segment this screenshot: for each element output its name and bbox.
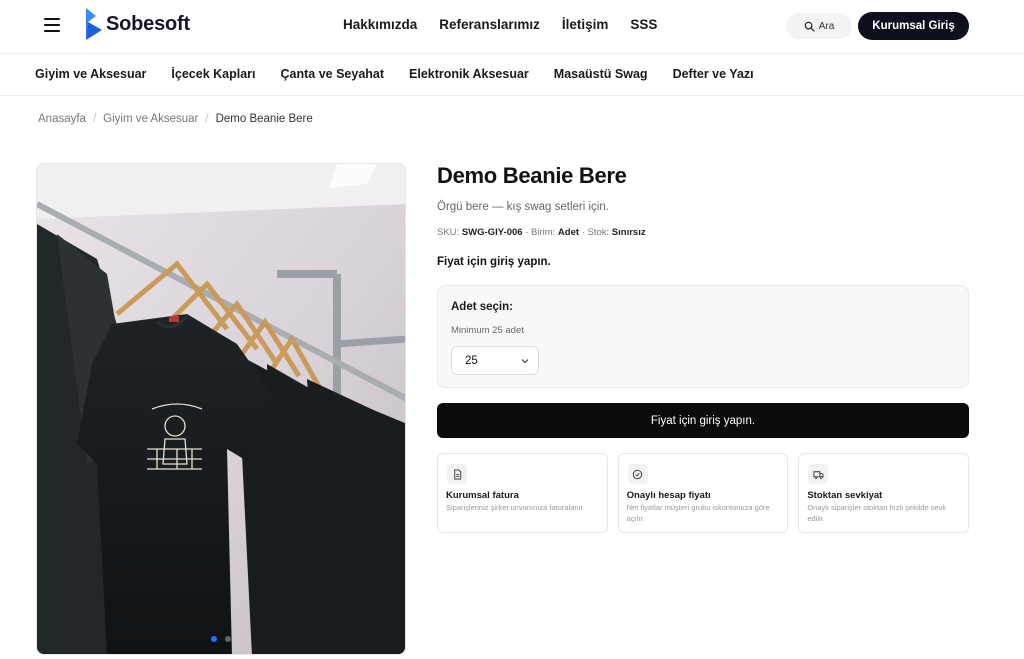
category-link-desk[interactable]: Masaüstü Swag [554,67,648,81]
invoice-icon [447,464,467,484]
product-image [37,164,405,654]
stock-label: Stok: [587,227,610,238]
category-link-notebooks[interactable]: Defter ve Yazı [673,67,754,81]
category-link-apparel[interactable]: Giyim ve Aksesuar [35,67,146,81]
feature-title: Kurumsal fatura [446,490,519,501]
search-button[interactable]: Ara [786,13,852,39]
breadcrumb-separator: / [92,113,97,125]
nav-link-about[interactable]: Hakkımızda [343,17,417,32]
brand-logo-mark [86,8,102,40]
nav-link-faq[interactable]: SSS [630,17,657,32]
feature-card-shipping: Stoktan sevkiyat Onaylı siparişler stokt… [798,453,970,533]
quantity-select[interactable]: 25 [451,346,539,375]
feature-description: Onaylı siparişler stoktan hızlı şekilde … [807,503,947,523]
product-meta: SKU: SWG-GIY-006 · Birim: Adet · Stok: S… [437,227,646,238]
login-for-price-button[interactable]: Fiyat için giriş yapın. [437,403,969,438]
feature-card-approved-price: Onaylı hesap fiyatı Net fiyatlar müşteri… [617,453,789,533]
quantity-label: Adet seçin: [451,301,513,313]
feature-title: Onaylı hesap fiyatı [626,490,711,501]
feature-description: Net fiyatlar müşteri grubu iskontonuza g… [626,503,770,523]
breadcrumb-category[interactable]: Giyim ve Aksesuar [103,113,198,125]
category-link-bags[interactable]: Çanta ve Seyahat [281,67,385,81]
feature-title: Stoktan sevkiyat [807,490,883,501]
carousel-dot-1[interactable] [211,636,217,642]
menu-icon[interactable] [44,18,60,32]
site-header: Sobesoft Hakkımızda Referanslarımız İlet… [0,0,1024,54]
carousel-dot-2[interactable] [225,636,231,642]
truck-icon [808,464,829,484]
category-link-drinkware[interactable]: İçecek Kapları [171,67,255,81]
main-nav: Hakkımızda Referanslarımız İletişim SSS [343,17,657,32]
breadcrumb: Anasayfa / Giyim ve Aksesuar / Demo Bean… [38,113,313,125]
feature-cards: Kurumsal fatura Siparişleriniz şirket un… [437,453,970,533]
quantity-panel: Adet seçin: Minimum 25 adet 25 [437,285,969,388]
quantity-minimum: Minimum 25 adet [451,325,524,336]
quantity-selected-value: 25 [465,354,478,367]
stock-value: Sınırsız [611,227,646,238]
nav-link-contact[interactable]: İletişim [562,17,609,32]
feature-card-invoice: Kurumsal fatura Siparişleriniz şirket un… [437,453,608,533]
carousel-indicators [37,636,405,642]
breadcrumb-separator: / [205,113,209,125]
product-description: Örgü bere — kış swag setleri için. [437,201,609,213]
unit-label: Birim: [531,227,556,238]
check-circle-icon [627,464,648,484]
brand-name: Sobesoft [106,12,190,35]
corporate-login-button[interactable]: Kurumsal Giriş [858,12,969,40]
breadcrumb-home[interactable]: Anasayfa [38,113,86,125]
sku-label: SKU: [437,227,460,238]
chevron-down-icon [521,359,529,364]
unit-value: Adet [557,227,580,238]
brand-logo[interactable]: Sobesoft [84,6,190,42]
search-label: Ara [818,20,835,32]
breadcrumb-current: Demo Beanie Bere [215,113,313,125]
price-login-note: Fiyat için giriş yapın. [437,256,551,268]
sku-value: SWG-GIY-006 [461,227,523,238]
product-image-gallery[interactable] [36,163,406,655]
category-link-electronics[interactable]: Elektronik Aksesuar [409,67,529,81]
product-title: Demo Beanie Bere [437,163,627,188]
nav-link-references[interactable]: Referanslarımız [439,17,540,32]
feature-description: Siparişleriniz şirket unvanınıza fatural… [446,503,585,512]
category-nav: Giyim ve Aksesuar İçecek Kapları Çanta v… [0,55,1024,96]
search-icon [804,21,815,31]
